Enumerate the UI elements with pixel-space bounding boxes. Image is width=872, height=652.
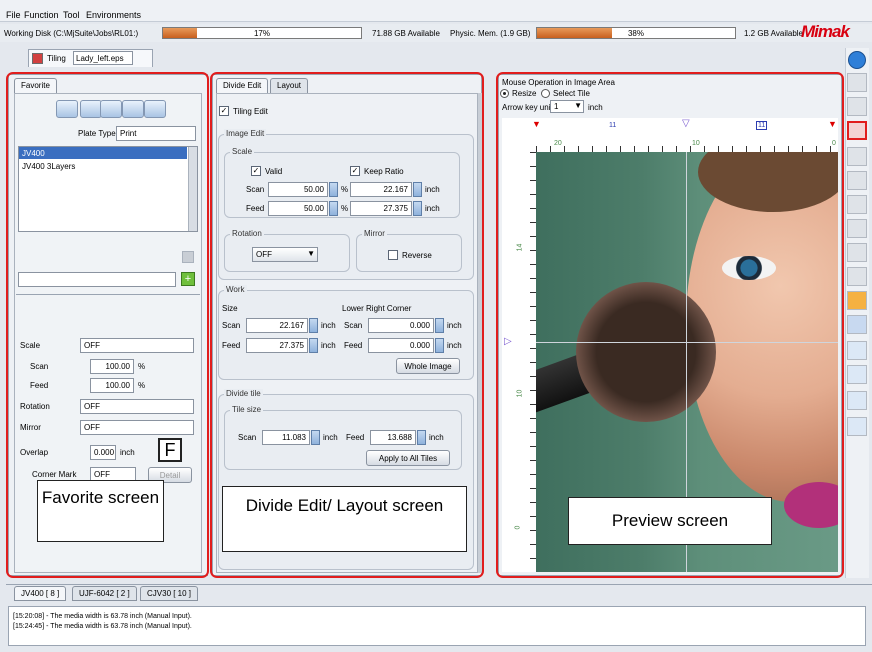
phys-mem-meter: 38% <box>536 27 736 39</box>
working-disk-meter: 17% <box>162 27 362 39</box>
brand-logo: Mimak <box>801 22 850 41</box>
print-tool-icon[interactable] <box>847 341 867 360</box>
tool-icon[interactable] <box>847 195 867 214</box>
working-disk-percent: 17% <box>253 29 270 38</box>
copy-tool-icon[interactable] <box>847 365 867 384</box>
layer-tool-icon[interactable] <box>847 391 867 410</box>
document-tab[interactable]: Tiling Lady_left.eps <box>28 49 153 67</box>
tool-icon[interactable] <box>847 267 867 286</box>
message-log: [15:20:08] - The media width is 63.78 in… <box>8 606 866 646</box>
tool-icon[interactable] <box>847 73 867 92</box>
log-line: [15:24:45] - The media width is 63.78 in… <box>13 623 192 630</box>
menu-file[interactable]: File <box>6 10 21 20</box>
document-tab-label: Tiling <box>47 54 66 63</box>
printer-tab-line <box>6 584 872 585</box>
tiling-tool-icon[interactable] <box>847 121 867 140</box>
delete-tool-icon[interactable] <box>847 417 867 436</box>
document-filename: Lady_left.eps <box>73 51 133 65</box>
tiling-icon <box>32 53 43 64</box>
working-disk-available: 71.88 GB Available <box>372 29 440 38</box>
working-disk-label: Working Disk (C:\MjSuite\Jobs\RL01:) <box>4 29 139 38</box>
divide-caption: Divide Edit/ Layout screen <box>222 486 467 552</box>
tool-icon[interactable] <box>847 147 867 166</box>
log-line: [15:20:08] - The media width is 63.78 in… <box>13 613 192 620</box>
color-tool-icon[interactable] <box>847 291 867 310</box>
menu-environments[interactable]: Environments <box>86 10 141 20</box>
tool-icon[interactable] <box>847 243 867 262</box>
phys-mem-available: 1.2 GB Available <box>744 29 804 38</box>
menu-function[interactable]: Function <box>24 10 59 20</box>
move-tool-icon[interactable] <box>847 315 867 334</box>
phys-mem-percent: 38% <box>627 29 644 38</box>
printer-tab[interactable]: UJF-6042 [ 2 ] <box>72 586 137 601</box>
tool-icon[interactable] <box>847 219 867 238</box>
favorite-caption: Favorite screen <box>37 480 164 542</box>
resource-status-bar: Working Disk (C:\MjSuite\Jobs\RL01:) 17%… <box>0 24 872 42</box>
printer-tab[interactable]: JV400 [ 8 ] <box>14 586 67 601</box>
tool-icon[interactable] <box>847 171 867 190</box>
preview-caption: Preview screen <box>568 497 772 545</box>
phys-mem-label: Physic. Mem. (1.9 GB) <box>450 29 531 38</box>
printer-tab[interactable]: CJV30 [ 10 ] <box>140 586 199 601</box>
tool-icon[interactable] <box>847 97 867 116</box>
menu-bar: File Function Tool Environments <box>0 0 872 22</box>
menu-tool[interactable]: Tool <box>63 10 80 20</box>
help-icon[interactable] <box>848 51 866 69</box>
